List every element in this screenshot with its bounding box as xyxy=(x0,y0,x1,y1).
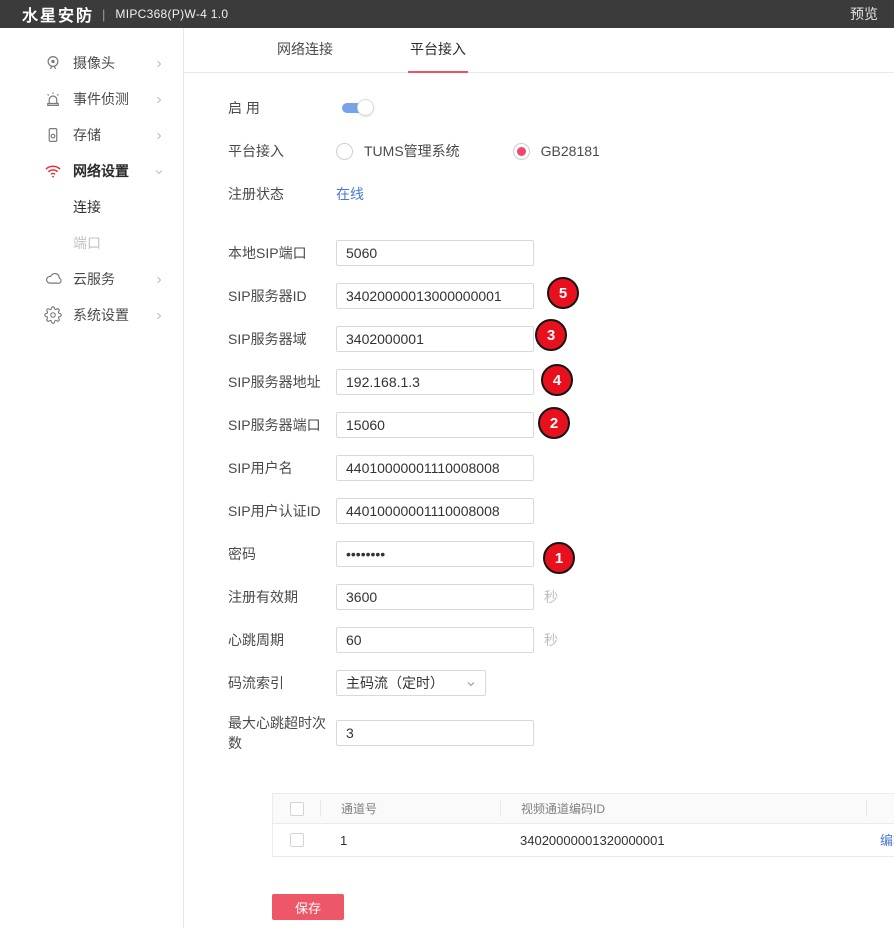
sip-server-id-input[interactable] xyxy=(336,283,534,309)
register-status-row: 注册状态 在线 xyxy=(228,181,894,207)
main-content: 网络连接 平台接入 启 用 平台接入 TUMS管理系统 xyxy=(184,28,894,928)
radio-gb28181[interactable]: GB28181 xyxy=(513,143,600,160)
sip-username-input[interactable] xyxy=(336,455,534,481)
sidebar-item-event-detection[interactable]: 事件侦测 xyxy=(0,81,183,117)
sip-server-id-row: SIP服务器ID 5 xyxy=(228,283,894,309)
select-all-checkbox[interactable] xyxy=(290,802,304,816)
sip-server-port-input[interactable] xyxy=(336,412,534,438)
enable-toggle[interactable] xyxy=(342,102,372,114)
max-heartbeat-row: 最大心跳超时次数 xyxy=(228,713,894,753)
local-sip-port-row: 本地SIP端口 xyxy=(228,240,894,266)
step-badge-2: 2 xyxy=(538,407,570,439)
enable-label: 启 用 xyxy=(228,98,336,118)
online-status-link[interactable]: 在线 xyxy=(336,184,364,204)
max-heartbeat-input[interactable] xyxy=(336,720,534,746)
platform-row: 平台接入 TUMS管理系统 GB28181 xyxy=(228,138,894,164)
radio-circle-checked-icon xyxy=(513,143,530,160)
heartbeat-period-input[interactable] xyxy=(336,627,534,653)
sip-server-address-input[interactable] xyxy=(336,369,534,395)
sip-auth-id-row: SIP用户认证ID xyxy=(228,498,894,524)
sidebar-item-label: 存储 xyxy=(73,125,101,145)
radio-tums[interactable]: TUMS管理系统 xyxy=(336,141,460,161)
sidebar-item-label: 事件侦测 xyxy=(73,89,129,109)
tab-platform-access[interactable]: 平台接入 xyxy=(409,39,467,72)
channel-number-cell: 1 xyxy=(320,833,500,848)
platform-label: 平台接入 xyxy=(228,141,336,161)
enable-row: 启 用 xyxy=(228,95,894,121)
row-checkbox[interactable] xyxy=(290,833,304,847)
chevron-right-icon xyxy=(153,129,165,141)
sip-server-address-row: SIP服务器地址 4 xyxy=(228,369,894,395)
channel-column-header: 通道号 xyxy=(320,800,500,817)
register-status-label: 注册状态 xyxy=(228,184,336,204)
gear-icon xyxy=(44,306,62,324)
edit-link[interactable]: 编辑 xyxy=(880,833,894,848)
action-column-header xyxy=(866,800,894,817)
selected-option: 主码流（定时） xyxy=(346,673,444,693)
chevron-right-icon xyxy=(153,273,165,285)
wifi-icon xyxy=(44,162,62,180)
logo-divider: | xyxy=(102,7,105,22)
topbar: 水星安防 | MIPC368(P)W-4 1.0 预览 xyxy=(0,0,894,28)
sidebar-item-label: 摄像头 xyxy=(73,53,115,73)
alarm-icon xyxy=(44,90,62,108)
seconds-unit: 秒 xyxy=(544,587,558,607)
heartbeat-period-row: 心跳周期 秒 xyxy=(228,627,894,653)
platform-radio-group: TUMS管理系统 GB28181 xyxy=(336,141,600,161)
seconds-unit: 秒 xyxy=(544,630,558,650)
sidebar-item-label: 系统设置 xyxy=(73,305,129,325)
table-row: 1 34020000001320000001 编辑 xyxy=(273,823,894,856)
preview-link[interactable]: 预览 xyxy=(850,4,878,24)
chevron-right-icon xyxy=(153,93,165,105)
brand-logo: 水星安防 xyxy=(22,2,94,26)
sidebar: 摄像头 事件侦测 存储 xyxy=(0,28,184,928)
encode-id-column-header: 视频通道编码ID xyxy=(500,800,866,817)
step-badge-1: 1 xyxy=(543,542,575,574)
sip-server-domain-row: SIP服务器域 3 xyxy=(228,326,894,352)
radio-circle-icon xyxy=(336,143,353,160)
device-model: MIPC368(P)W-4 1.0 xyxy=(115,7,228,21)
sidebar-item-label: 云服务 xyxy=(73,269,115,289)
local-sip-port-input[interactable] xyxy=(336,240,534,266)
sidebar-item-label: 网络设置 xyxy=(73,161,129,181)
step-badge-5: 5 xyxy=(547,277,579,309)
sidebar-item-system-settings[interactable]: 系统设置 xyxy=(0,297,183,333)
chevron-right-icon xyxy=(153,57,165,69)
chevron-right-icon xyxy=(153,309,165,321)
table-header: 通道号 视频通道编码ID xyxy=(273,794,894,823)
register-validity-input[interactable] xyxy=(336,584,534,610)
sidebar-item-cloud-service[interactable]: 云服务 xyxy=(0,261,183,297)
storage-icon xyxy=(44,126,62,144)
register-validity-row: 注册有效期 秒 xyxy=(228,584,894,610)
step-badge-3: 3 xyxy=(535,319,567,351)
sidebar-item-camera[interactable]: 摄像头 xyxy=(0,45,183,81)
sidebar-subitem-port[interactable]: 端口 xyxy=(0,225,183,261)
save-button[interactable]: 保存 xyxy=(272,894,344,920)
tabbar: 网络连接 平台接入 xyxy=(184,28,894,73)
stream-index-select[interactable]: 主码流（定时） xyxy=(336,670,486,696)
step-badge-4: 4 xyxy=(541,364,573,396)
chevron-down-icon xyxy=(153,165,165,177)
encode-id-cell: 34020000001320000001 xyxy=(500,833,866,848)
cloud-icon xyxy=(44,270,62,288)
password-input[interactable] xyxy=(336,541,534,567)
sip-server-domain-input[interactable] xyxy=(336,326,534,352)
camera-icon xyxy=(44,54,62,72)
platform-access-form: 启 用 平台接入 TUMS管理系统 GB28181 xyxy=(184,73,894,920)
sidebar-subitem-connection[interactable]: 连接 xyxy=(0,189,183,225)
toggle-knob xyxy=(357,99,374,116)
sip-auth-id-input[interactable] xyxy=(336,498,534,524)
password-row: 密码 1 xyxy=(228,541,894,567)
channel-table: 通道号 视频通道编码ID 1 34020000001320000001 编辑 xyxy=(272,793,894,857)
stream-index-row: 码流索引 主码流（定时） xyxy=(228,670,894,696)
sip-username-row: SIP用户名 xyxy=(228,455,894,481)
sidebar-item-network-settings[interactable]: 网络设置 xyxy=(0,153,183,189)
tab-network-connection[interactable]: 网络连接 xyxy=(276,39,334,72)
sip-server-port-row: SIP服务器端口 2 xyxy=(228,412,894,438)
chevron-down-icon xyxy=(465,677,477,689)
sidebar-item-storage[interactable]: 存储 xyxy=(0,117,183,153)
